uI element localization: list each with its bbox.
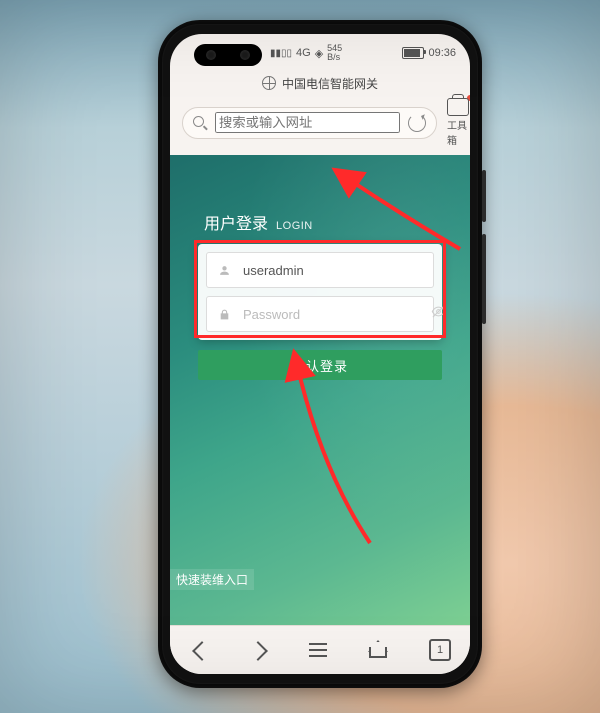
phone-side-button [482, 234, 486, 324]
battery-icon [402, 47, 424, 59]
login-heading: 用户登录 LOGIN [204, 210, 442, 234]
login-heading-zh: 用户登录 [204, 210, 268, 234]
username-input[interactable] [241, 262, 423, 279]
login-button[interactable]: 确认登录 [198, 350, 442, 380]
password-input[interactable] [241, 306, 421, 323]
nav-forward-button[interactable] [249, 639, 271, 661]
chevron-right-icon [248, 641, 268, 661]
user-icon [217, 264, 231, 277]
page-title-row: 中国电信智能网关 [182, 72, 458, 94]
eye-off-icon[interactable] [431, 304, 446, 324]
login-heading-en: LOGIN [276, 220, 313, 232]
globe-icon [262, 76, 276, 90]
network-type: 4G [296, 47, 311, 59]
nav-home-button[interactable] [369, 639, 391, 661]
lock-icon [217, 308, 231, 321]
nav-menu-button[interactable] [309, 639, 331, 661]
nav-back-button[interactable] [189, 639, 211, 661]
browser-chrome: 中国电信智能网关 工具箱 [170, 72, 470, 155]
refresh-icon[interactable] [408, 114, 426, 132]
username-field[interactable] [206, 252, 434, 288]
chevron-left-icon [192, 641, 212, 661]
page-title: 中国电信智能网关 [282, 75, 378, 92]
phone-body: ▮▮▯▯ 4G ◈ 545B/s 09:36 中国电信智能网关 [158, 20, 482, 688]
toolbox-icon [447, 98, 469, 116]
nav-tabs-button[interactable]: 1 [429, 639, 451, 661]
toolbox-label: 工具箱 [447, 117, 469, 147]
login-panel [198, 244, 442, 340]
battery-indicator [402, 47, 424, 59]
home-icon [369, 642, 387, 658]
tabs-icon: 1 [429, 639, 451, 661]
login-button-label: 确认登录 [292, 356, 348, 375]
front-camera [240, 50, 250, 60]
wifi-icon: ◈ [315, 47, 323, 60]
toolbox-button[interactable]: 工具箱 [447, 98, 469, 147]
phone-screen: ▮▮▯▯ 4G ◈ 545B/s 09:36 中国电信智能网关 [170, 34, 470, 674]
browser-bottom-nav: 1 [170, 625, 470, 674]
login-box: 用户登录 LOGIN [198, 210, 442, 380]
address-bar[interactable] [182, 107, 437, 139]
password-field[interactable] [206, 296, 434, 332]
quick-maintenance-link[interactable]: 快速装维入口 [170, 569, 254, 590]
url-input[interactable] [215, 112, 400, 133]
net-speed: 545B/s [327, 44, 342, 62]
menu-icon [309, 639, 331, 661]
phone-side-button [482, 170, 486, 222]
clock: 09:36 [428, 47, 456, 59]
front-camera [206, 50, 216, 60]
page-content: 用户登录 LOGIN [170, 134, 470, 626]
search-icon [193, 116, 207, 130]
camera-cutout [194, 44, 262, 66]
signal-icon: ▮▮▯▯ [270, 48, 292, 59]
